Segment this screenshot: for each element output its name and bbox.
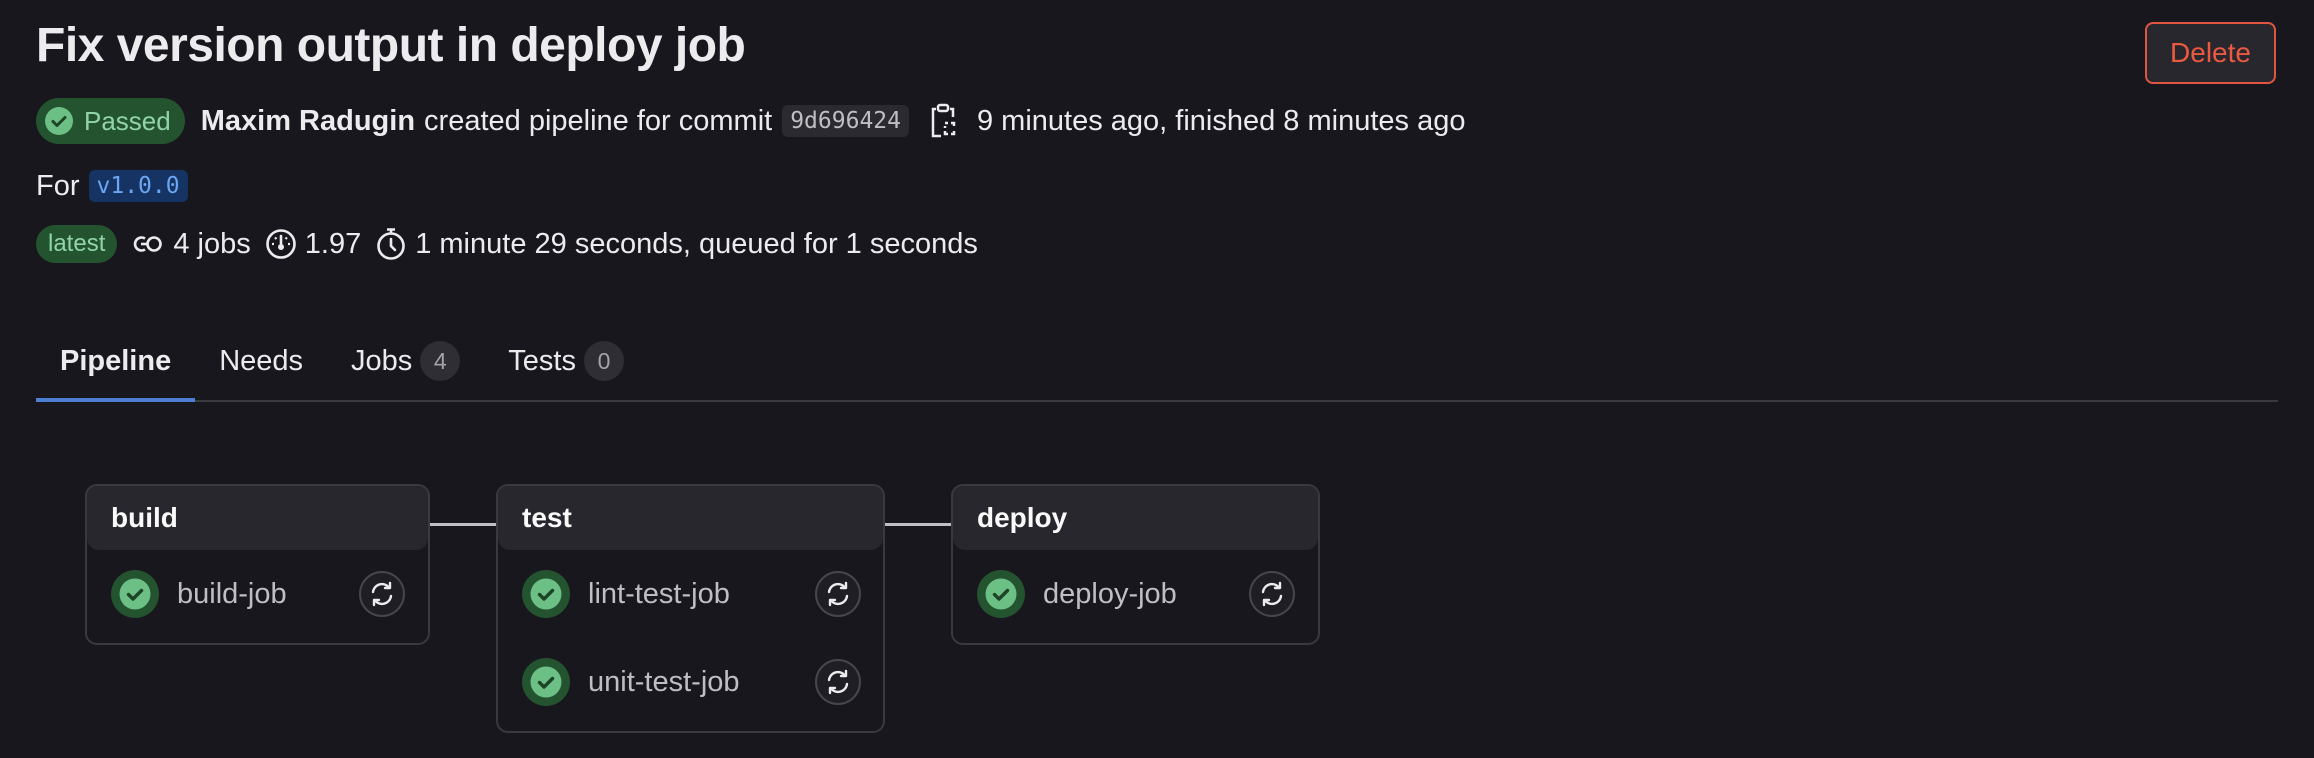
stage-deploy: deploy deploy-job: [951, 484, 1320, 645]
job-name: deploy-job: [1043, 577, 1177, 610]
delete-button[interactable]: Delete: [2145, 22, 2276, 84]
stage-connector: [430, 523, 496, 526]
action-text: created pipeline for commit: [424, 104, 773, 137]
stage-title: test: [498, 486, 883, 550]
pipeline-meta-row: latest 4 jobs 1.97 1 minute 29 seconds, …: [36, 224, 992, 264]
retry-button[interactable]: [815, 571, 861, 617]
jobs-count-badge: 4: [420, 341, 461, 381]
success-status-icon: [977, 570, 1025, 618]
retry-button[interactable]: [1249, 571, 1295, 617]
tab-needs[interactable]: Needs: [195, 322, 327, 400]
pipeline-icon: [134, 236, 163, 252]
ref-row: For v1.0.0: [36, 166, 188, 206]
jobs-count: 4 jobs: [133, 228, 251, 261]
retry-icon: [1261, 581, 1283, 607]
success-status-icon: [522, 658, 570, 706]
job-name: unit-test-job: [588, 665, 740, 698]
status-label: Passed: [84, 105, 171, 136]
retry-button[interactable]: [815, 659, 861, 705]
job-name: lint-test-job: [588, 577, 730, 610]
tab-jobs[interactable]: Jobs 4: [327, 322, 484, 400]
commit-sha-link[interactable]: 9d696424: [782, 105, 909, 137]
stage-connector: [885, 523, 951, 526]
tab-tests[interactable]: Tests 0: [484, 322, 648, 400]
for-label: For: [36, 169, 80, 202]
stopwatch-icon: [377, 228, 406, 260]
job-name: build-job: [177, 577, 287, 610]
latest-badge: latest: [36, 225, 118, 263]
job-deploy-job[interactable]: deploy-job: [953, 550, 1318, 638]
success-status-icon: [522, 570, 570, 618]
success-status-icon: [111, 570, 159, 618]
gauge-icon: [265, 229, 296, 259]
check-circle-icon: [45, 107, 73, 135]
job-lint-test-job[interactable]: lint-test-job: [498, 550, 883, 638]
pipeline-tabs: Pipeline Needs Jobs 4 Tests 0: [36, 322, 2278, 402]
retry-icon: [371, 581, 393, 607]
stage-test: test lint-test-job unit-test-job: [496, 484, 885, 733]
retry-icon: [827, 581, 849, 607]
stage-title: deploy: [953, 486, 1318, 550]
tests-count-badge: 0: [583, 341, 624, 381]
compute-minutes: 1.97: [265, 228, 361, 261]
author-link[interactable]: Maxim Radugin: [201, 105, 415, 138]
job-build-job[interactable]: build-job: [87, 550, 428, 638]
retry-icon: [827, 669, 849, 695]
stage-build: build build-job: [85, 484, 430, 645]
job-unit-test-job[interactable]: unit-test-job: [498, 638, 883, 726]
pipeline-status-row: Passed Maxim Radugin created pipeline fo…: [36, 98, 1465, 144]
stage-title: build: [87, 486, 428, 550]
ref-link[interactable]: v1.0.0: [88, 170, 188, 202]
pipeline-time: 9 minutes ago, finished 8 minutes ago: [976, 104, 1466, 137]
page-title: Fix version output in deploy job: [36, 19, 746, 72]
retry-button[interactable]: [359, 571, 405, 617]
duration: 1 minute 29 seconds, queued for 1 second…: [375, 227, 978, 261]
status-badge[interactable]: Passed: [36, 98, 185, 144]
tab-pipeline[interactable]: Pipeline: [36, 322, 196, 402]
clipboard-icon[interactable]: [929, 103, 957, 139]
